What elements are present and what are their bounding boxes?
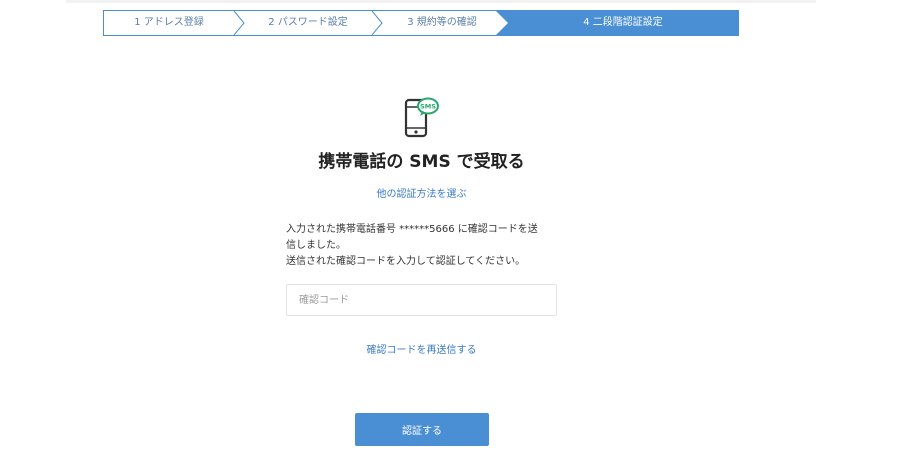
progress-stepper: 1 アドレス登録 2 パスワード設定 3 規約等の確認 4 二段階認証設定 xyxy=(103,10,739,36)
resend-code-link[interactable]: 確認コードを再送信する xyxy=(0,341,843,356)
message-line: 送信された確認コードを入力して認証してください。 xyxy=(286,256,526,267)
choose-other-method-link[interactable]: 他の認証方法を選ぶ xyxy=(0,185,843,200)
step-label: 1 アドレス登録 xyxy=(134,17,204,28)
top-strip xyxy=(66,0,816,3)
step-label: 3 規約等の確認 xyxy=(407,17,477,28)
step-password-setting: 2 パスワード設定 xyxy=(242,11,374,35)
verification-code-input[interactable] xyxy=(286,284,557,316)
step-terms-confirmation: 3 規約等の確認 xyxy=(380,11,504,35)
step-two-factor-setting: 4 二段階認証設定 xyxy=(508,11,738,35)
page-title: 携帯電話の SMS で受取る xyxy=(318,152,525,172)
phone-sms-icon: SMS xyxy=(400,92,440,140)
step-label: 2 パスワード設定 xyxy=(268,17,348,28)
step-address-registration: 1 アドレス登録 xyxy=(104,11,234,35)
verify-button[interactable]: 認証する xyxy=(355,413,489,446)
message-line: 入力された携帯電話番号 ******5666 に確認コードを送 xyxy=(286,224,538,235)
step-label: 4 二段階認証設定 xyxy=(583,17,663,28)
instruction-message: 入力された携帯電話番号 ******5666 に確認コードを送 信しました。 送… xyxy=(286,222,566,270)
sms-badge-text: SMS xyxy=(420,103,436,111)
message-line: 信しました。 xyxy=(286,240,346,251)
